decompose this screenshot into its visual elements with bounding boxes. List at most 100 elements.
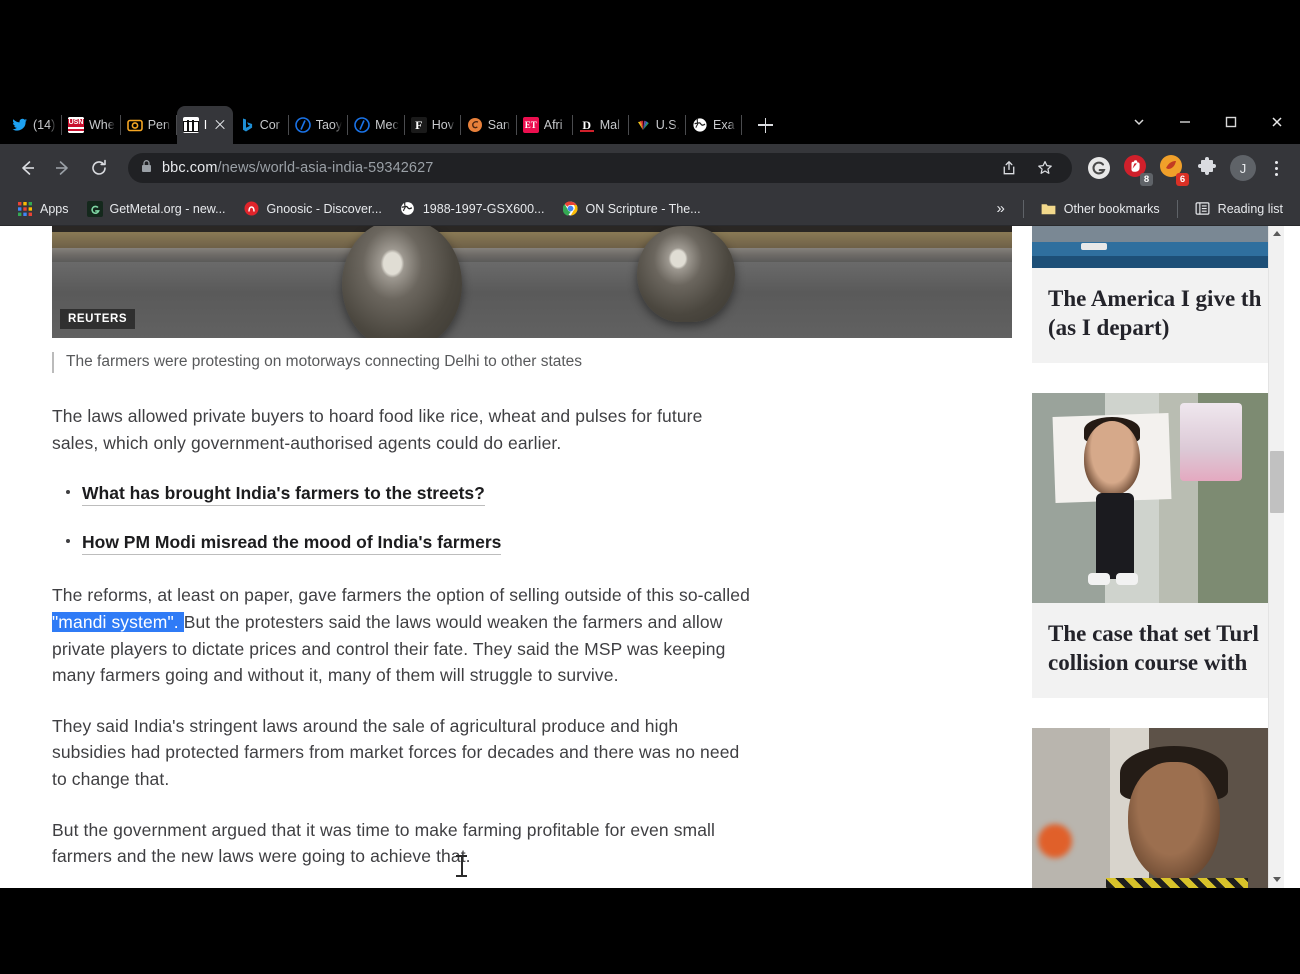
back-button[interactable] [10,151,44,185]
portrait-face [1128,761,1220,882]
bookmark-label: Gnoosic - Discover... [266,201,382,216]
related-links-list: What has brought India's farmers to the … [52,480,752,556]
minimize-icon[interactable] [1162,100,1208,144]
profile-avatar[interactable]: J [1230,155,1256,181]
related-link-2[interactable]: How PM Modi misread the mood of India's … [82,532,502,556]
tab-mec[interactable]: Mec [348,106,405,144]
bookmark-on-scripture[interactable]: ON Scripture - The... [555,197,707,221]
image-credit: REUTERS [60,309,136,329]
bookmarks-bar: Apps GetMetal.org - new... Gnoosic - Dis… [0,192,1300,226]
tab-label: Cor [259,118,280,132]
bookmark-label: GetMetal.org - new... [109,201,226,216]
tab-taoy[interactable]: Taoy [289,106,349,144]
paragraph-2-pre: The reforms, at least on paper, gave far… [52,585,750,606]
camera-icon [126,117,143,133]
chrome-menu-icon[interactable] [1262,154,1290,182]
twitter-icon [12,117,28,133]
forward-button[interactable] [46,151,80,185]
related-card-2-title: The case that set Turl collision course … [1032,603,1276,698]
related-card-3-thumbnail [1032,727,1276,888]
tab-label: Mec [375,118,399,132]
bookmark-label: 1988-1997-GSX600... [422,201,545,216]
tab-search-chevron-down-icon[interactable] [1116,100,1162,144]
background-bokeh [1038,823,1072,858]
tab-san[interactable]: San [461,106,517,144]
tab-drudge[interactable]: D Mal [573,106,629,144]
page-scrollbar[interactable] [1268,226,1284,888]
list-item: What has brought India's farmers to the … [52,480,752,507]
scroll-up-arrow-icon[interactable] [1269,226,1285,243]
share-icon[interactable] [994,153,1024,183]
tab-bing[interactable]: Cor [233,106,289,144]
tab-twitter[interactable]: (14) [6,106,62,144]
red-hand-badge: 8 [1140,173,1153,186]
bookmark-gnoosic[interactable]: Gnoosic - Discover... [237,197,389,221]
orange-extension-icon[interactable]: 6 [1154,151,1189,186]
tab-exa[interactable]: Exa [686,106,743,144]
forbes-f-icon: F [410,117,427,133]
chrome-icon [562,201,578,217]
reload-button[interactable] [82,151,116,185]
address-bar[interactable]: bbc.com/news/world-asia-india-59342627 [128,153,1072,183]
url-domain: bbc.com [162,160,218,176]
scroll-down-arrow-icon[interactable] [1269,871,1285,888]
tractor-tyre-small [637,226,735,322]
maximize-icon[interactable] [1208,100,1254,144]
apps-grid-icon [17,201,33,217]
tab-label: I [203,118,208,132]
divider [1022,199,1024,218]
related-card-1-title: The America I give th (as I depart) [1032,268,1276,363]
globe-icon [400,201,416,217]
url-text: bbc.com/news/world-asia-india-59342627 [162,160,433,176]
tab-forbes[interactable]: F Hov [405,106,461,144]
tab-usn[interactable]: USN Whe [62,106,121,144]
bookmark-label: Apps [40,201,69,216]
grammarly-extension-icon[interactable] [1082,151,1116,185]
tab-label: Whe [89,118,115,132]
tab-label: (14) [33,118,56,132]
related-card-1[interactable]: The America I give th (as I depart) [1032,226,1276,363]
tab-bbc-news-active[interactable]: I [176,106,233,144]
related-card-2[interactable]: The case that set Turl collision course … [1032,392,1276,698]
person-body [1096,492,1134,579]
bookmark-label: Other bookmarks [1063,201,1160,216]
drudge-d-icon: D [578,117,595,133]
paragraph-4: But the government argued that it was ti… [52,819,716,867]
red-hand-extension-icon[interactable]: 8 [1118,151,1153,186]
browser-window: (14) USN Whe Pen I Cor Taoy Mec F Hov Sa… [0,100,1300,888]
tab-nbc[interactable]: U.S. [629,106,687,144]
scrollbar-thumb[interactable] [1270,451,1284,513]
article-hero-image: REUTERS [52,226,1012,338]
list-item: How PM Modi misread the mood of India's … [52,529,752,556]
bookmark-apps[interactable]: Apps [10,197,76,221]
bookmark-label: Reading list [1217,201,1283,216]
omnibox-actions [994,153,1060,183]
tab-label: Exa [713,118,735,132]
paragraph-1: The laws allowed private buyers to hoard… [52,405,703,453]
window-controls [1116,100,1300,144]
title-line-2: collision course with [1048,650,1248,676]
tab-strip: (14) USN Whe Pen I Cor Taoy Mec F Hov Sa… [0,100,1300,144]
bookmark-star-icon[interactable] [1030,153,1060,183]
getmetal-icon [86,200,103,217]
bookmarks-overflow-button[interactable]: » [988,196,1012,221]
close-window-icon[interactable] [1254,100,1300,144]
bookmark-getmetal[interactable]: GetMetal.org - new... [80,197,233,221]
new-tab-button[interactable] [750,110,780,140]
reading-list-button[interactable]: Reading list [1188,197,1290,221]
bookmark-gsx600[interactable]: 1988-1997-GSX600... [393,197,552,221]
tab-label: Afri [543,118,563,132]
related-card-1-thumbnail [1032,226,1276,268]
related-card-2-thumbnail [1032,392,1276,603]
title-line-2: (as I depart) [1048,315,1170,341]
extensions-puzzle-icon[interactable] [1190,151,1224,185]
orange-extension-badge: 6 [1176,173,1189,186]
tab-camera[interactable]: Pen [121,106,177,144]
bookmark-other-bookmarks[interactable]: Other bookmarks [1034,197,1167,221]
related-link-1[interactable]: What has brought India's farmers to the … [82,483,485,507]
blue-circle-icon [354,117,370,133]
tab-et[interactable]: ET Afri [517,106,573,144]
close-icon[interactable] [213,118,227,132]
related-card-3[interactable] [1032,727,1276,888]
hanging-laundry [1180,402,1242,481]
